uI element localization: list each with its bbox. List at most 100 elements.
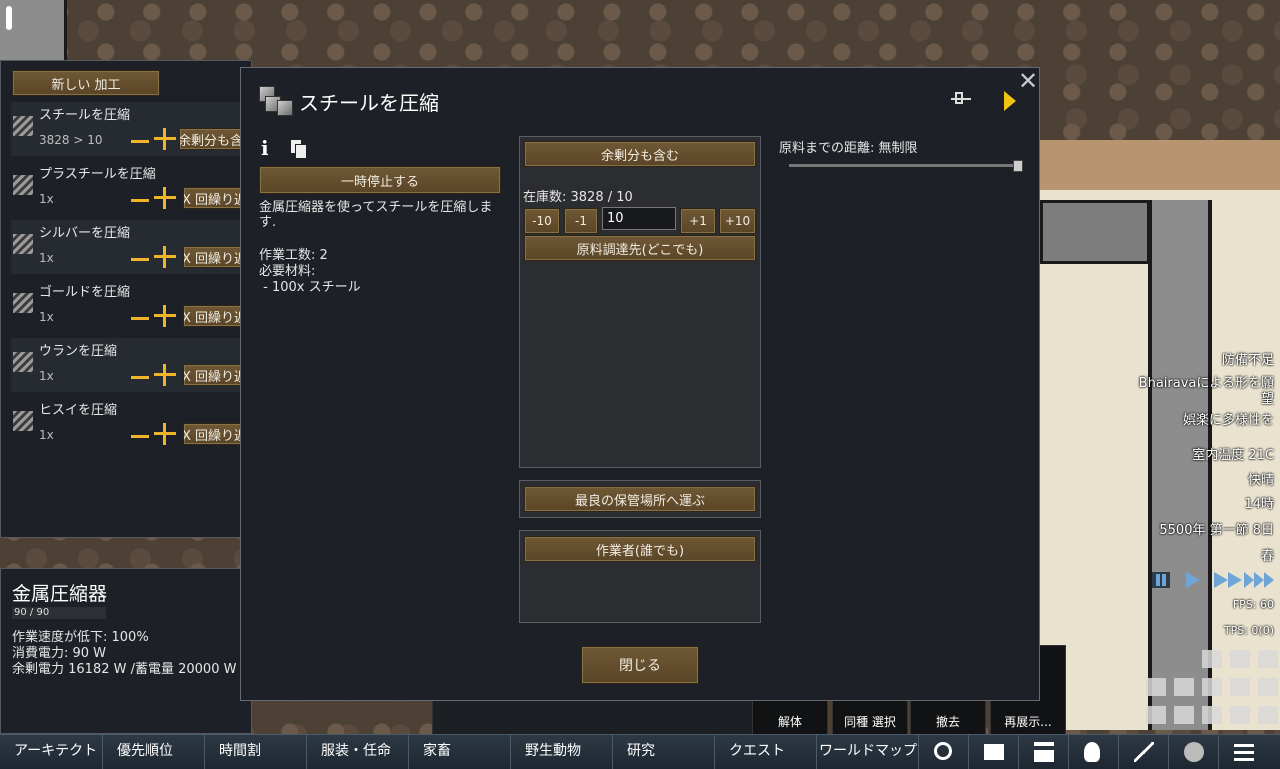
bill-name: ウランを圧縮 [39,344,118,359]
decrement-icon[interactable] [131,199,149,202]
play-normal-icon[interactable] [1186,572,1200,590]
tab-quests[interactable]: クエスト [715,735,817,769]
pawn-icon[interactable] [1169,735,1219,769]
temperature-readout: 室内温度 21C [1192,448,1274,463]
tab-animals[interactable]: 家畜 [409,735,511,769]
increment-icon[interactable] [154,364,176,386]
designator-label: 同種 選択 [844,715,896,729]
increment-icon[interactable] [154,305,176,327]
decrement-icon[interactable] [131,258,149,261]
minus-1-button[interactable]: -1 [564,208,598,234]
tab-architect[interactable]: アーキテクト [0,735,103,769]
alert-recreation[interactable]: 娯楽に多様性を [1183,409,1274,428]
rename-icon[interactable] [951,92,971,106]
broom-icon[interactable] [1119,735,1169,769]
overlay-toggle-icon[interactable] [1202,650,1222,668]
tab-assign[interactable]: 服装・任命 [307,735,409,769]
date-readout: 5500年 第一節 8日 [1159,523,1274,538]
bill-count: 1x [39,251,54,265]
pause-icon[interactable] [1152,572,1170,590]
tab-wildlife[interactable]: 野生動物 [511,735,613,769]
next-arrow-icon[interactable] [1004,91,1016,111]
main-tab-bar: アーキテクト 優先順位 時間割 服装・任命 家畜 野生動物 研究 クエスト ワー… [0,734,1280,769]
bill-name: シルバーを圧縮 [39,226,131,241]
factions-icon[interactable] [1019,735,1069,769]
bill-count: 1x [39,428,54,442]
alert-wish-cont[interactable]: 望 [1261,388,1274,407]
bill-count: 1x [39,310,54,324]
bill-row[interactable]: プラスチールを圧縮 1x X 回繰り返す [11,161,253,215]
close-button[interactable]: 閉じる [581,646,699,684]
overlay-toggle-icon[interactable] [1258,650,1278,668]
bill-count: 3828 > 10 [39,133,103,147]
tab-work[interactable]: 優先順位 [103,735,205,769]
increment-icon[interactable] [154,187,176,209]
lightbulb-icon[interactable] [1069,735,1119,769]
new-bill-button[interactable]: 新しい 加工 [12,70,160,96]
target-count-input[interactable]: 10 [602,207,676,230]
overlay-toggle-icon[interactable] [1258,706,1278,724]
tab-world[interactable]: ワールドマップ [817,735,919,769]
overlay-toggle-icon[interactable] [1230,650,1250,668]
overlay-toggle-icon[interactable] [1174,678,1194,696]
bill-row[interactable]: ウランを圧縮 1x X 回繰り返す [11,338,253,392]
play-fast-icon[interactable] [1214,572,1242,590]
worker-select-button[interactable]: 作業者(誰でも) [524,536,756,562]
overlay-toggle-icon[interactable] [1258,678,1278,696]
increment-icon[interactable] [154,423,176,445]
ingredient-search-button[interactable]: 原料調達先(どこでも) [524,235,756,261]
bill-hatch-icon [13,175,33,195]
overlay-toggle-icon[interactable] [1202,706,1222,724]
bill-repeat-mode-button[interactable]: 余剰分も含む [179,128,249,150]
decrement-icon[interactable] [131,140,149,143]
alert-wish[interactable]: Bhairavaによる形を願 [1139,372,1274,391]
overlay-toggle-icon[interactable] [1202,678,1222,696]
bill-hatch-icon [13,116,33,136]
bill-name: スチールを圧縮 [39,108,131,123]
worker-box: 作業者(誰でも) [519,530,761,623]
close-icon[interactable]: ✕ [1017,69,1039,93]
map-wall-corner [0,0,67,60]
slider-handle[interactable] [1013,160,1023,172]
menu-icon[interactable] [1219,735,1280,769]
tab-schedule[interactable]: 時間割 [205,735,307,769]
bill-name: プラスチールを圧縮 [39,167,156,182]
store-mode-button[interactable]: 最良の保管場所へ運ぶ [524,486,756,512]
bill-hatch-icon [13,411,33,431]
suspend-button[interactable]: 一時停止する [259,166,501,194]
decrement-icon[interactable] [131,435,149,438]
tab-research[interactable]: 研究 [613,735,715,769]
designator-label: 撤去 [935,715,960,729]
plus-10-button[interactable]: +10 [719,208,756,234]
work-requirements: 作業工数: 2 必要材料: - 100x スチール [259,248,361,295]
increment-icon[interactable] [154,246,176,268]
overlay-toggle-icon[interactable] [1174,706,1194,724]
repeat-mode-button[interactable]: 余剰分も含む [524,141,756,167]
overlay-toggle-icon[interactable] [1230,678,1250,696]
power-surplus-text: 余剰電力 16182 W /蓄電量 20000 W [12,662,237,677]
overlay-toggle-icon[interactable] [1146,706,1166,724]
bill-row[interactable]: ヒスイを圧縮 1x X 回繰り返す [11,397,253,451]
plus-1-button[interactable]: +1 [680,208,716,234]
bill-row[interactable]: ゴールドを圧縮 1x X 回繰り返す [11,279,253,333]
info-icon[interactable]: i [261,136,269,160]
search-icon[interactable] [919,735,969,769]
decrement-icon[interactable] [131,376,149,379]
designator-label: 解体 [777,715,802,729]
overlay-toggle-icon[interactable] [1230,706,1250,724]
minus-10-button[interactable]: -10 [524,208,560,234]
bill-row[interactable]: シルバーを圧縮 1x X 回繰り返す [11,220,253,274]
overlay-toggle-icon[interactable] [1146,678,1166,696]
ingredient-radius-label: 原料までの距離: 無制限 [779,141,918,156]
increment-icon[interactable] [154,128,176,150]
repeat-settings-box: 余剰分も含む 在庫数: 3828 / 10 -10 -1 10 +1 +10 原… [519,136,761,468]
ingredient-radius-slider[interactable] [789,164,1021,167]
bill-config-dialog: ✕ スチールを圧縮 i 一時停止する 金属圧縮器を使ってスチールを圧縮します. … [240,67,1040,701]
overlay-toggles[interactable] [1144,648,1280,732]
copy-icon[interactable] [290,139,307,159]
book-icon[interactable] [969,735,1019,769]
bill-row[interactable]: スチールを圧縮 3828 > 10 余剰分も含む [11,102,249,156]
decrement-icon[interactable] [131,317,149,320]
alert-underdefended[interactable]: 防備不足 [1222,349,1274,368]
play-superfast-icon[interactable] [1244,572,1274,590]
